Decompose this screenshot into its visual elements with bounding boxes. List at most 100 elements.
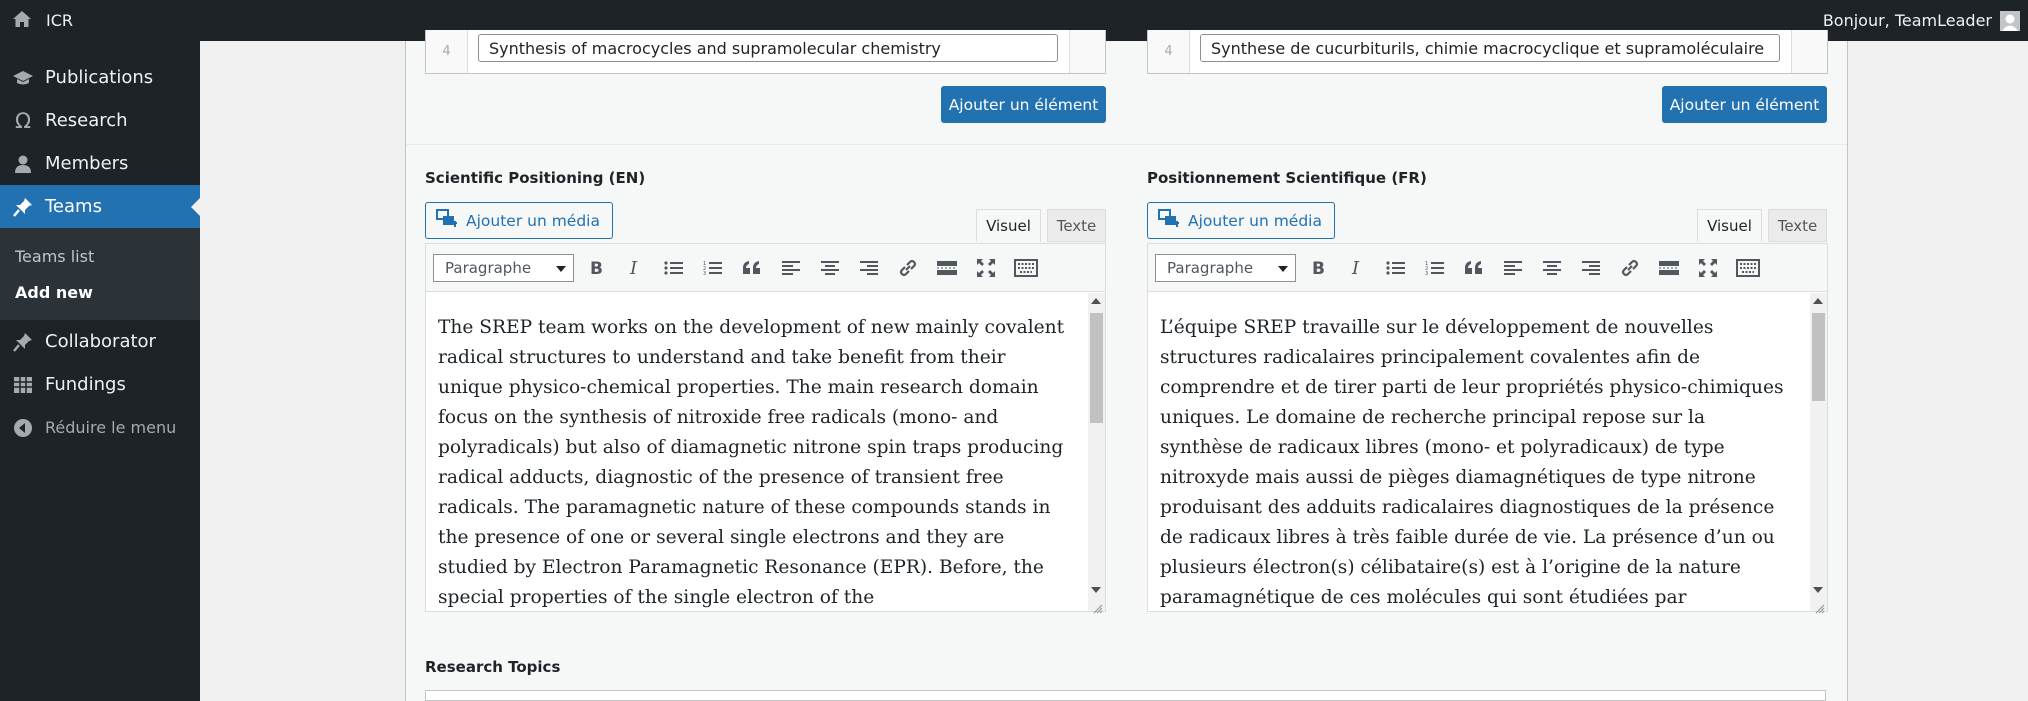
tab-visual-fr[interactable]: Visuel xyxy=(1697,209,1762,242)
bullet-list-icon[interactable] xyxy=(1384,256,1408,280)
add-row-button-en[interactable]: Ajouter un élément xyxy=(941,86,1106,123)
omega-icon: Ω xyxy=(14,108,32,133)
repeater-row-en: 4 Synthesis of macrocycles and supramole… xyxy=(425,30,1106,74)
person-icon xyxy=(12,154,34,174)
bold-icon[interactable]: B xyxy=(1306,256,1330,280)
repeater-row-fr: 4 Synthese de cucurbiturils, chimie macr… xyxy=(1147,30,1828,74)
topic-fr-input[interactable]: Synthese de cucurbiturils, chimie macroc… xyxy=(1200,34,1780,62)
scroll-down-arrow-icon[interactable] xyxy=(1813,587,1823,593)
field-label-research-topics: Research Topics xyxy=(425,658,561,676)
sidebar-item-label: Research xyxy=(45,110,128,131)
pin-icon xyxy=(12,196,34,218)
sidebar-item-teams[interactable]: Teams xyxy=(0,185,200,228)
grid-icon xyxy=(12,375,34,395)
field-label-positioning-fr: Positionnement Scientifique (FR) xyxy=(1147,169,1427,187)
fullscreen-icon[interactable] xyxy=(974,256,998,280)
avatar xyxy=(2000,10,2020,31)
tab-text-fr[interactable]: Texte xyxy=(1768,209,1827,242)
sidebar-item-publications[interactable]: Publications xyxy=(0,56,200,99)
collapse-menu-label: Réduire le menu xyxy=(45,418,177,437)
svg-text:B: B xyxy=(1312,259,1325,277)
add-media-button-fr[interactable]: Ajouter un média xyxy=(1147,202,1335,239)
format-select[interactable]: Paragraphe xyxy=(433,254,574,282)
sidebar-item-label: Teams xyxy=(45,196,102,217)
media-icon xyxy=(1158,208,1180,233)
numbered-list-icon[interactable]: 123 xyxy=(1423,256,1447,280)
italic-icon[interactable]: I xyxy=(623,256,647,280)
align-left-icon[interactable] xyxy=(1501,256,1525,280)
resize-handle-icon[interactable] xyxy=(1815,599,1825,614)
editor-toolbar: Paragraphe B I 123 xyxy=(1148,244,1827,292)
sidebar-item-members[interactable]: Members xyxy=(0,142,200,185)
site-home-link[interactable]: ICR xyxy=(12,9,73,33)
svg-text:3: 3 xyxy=(1425,271,1428,276)
italic-icon[interactable]: I xyxy=(1345,256,1369,280)
sidebar-item-label: Publications xyxy=(45,67,154,88)
keyboard-icon[interactable] xyxy=(1735,256,1761,280)
submenu-item-add-new[interactable]: Add new xyxy=(0,274,200,310)
tab-visual-en[interactable]: Visuel xyxy=(976,209,1041,242)
bold-icon[interactable]: B xyxy=(584,256,608,280)
row-number: 4 xyxy=(1148,30,1190,73)
blockquote-icon[interactable] xyxy=(1462,256,1486,280)
keyboard-icon[interactable] xyxy=(1013,256,1039,280)
fullscreen-icon[interactable] xyxy=(1696,256,1720,280)
resize-handle-icon[interactable] xyxy=(1093,599,1103,614)
collapse-menu-button[interactable]: Réduire le menu xyxy=(0,406,200,449)
topic-en-input[interactable]: Synthesis of macrocycles and supramolecu… xyxy=(478,34,1058,62)
scroll-up-arrow-icon[interactable] xyxy=(1091,298,1101,304)
editor-toolbar: Paragraphe B I 123 xyxy=(426,244,1105,292)
editor-text-fr: L’équipe SREP travaille sur le développe… xyxy=(1160,317,1784,608)
tab-text-en[interactable]: Texte xyxy=(1047,209,1106,242)
user-account-menu[interactable]: Bonjour, TeamLeader xyxy=(1822,10,2020,31)
sidebar-item-research[interactable]: Ω Research xyxy=(0,99,200,142)
format-select-value: Paragraphe xyxy=(445,259,532,277)
editor-scrollbar[interactable] xyxy=(1088,293,1105,611)
scroll-thumb[interactable] xyxy=(1812,313,1825,401)
align-center-icon[interactable] xyxy=(818,256,842,280)
sidebar-item-label: Members xyxy=(45,153,129,174)
svg-text:I: I xyxy=(629,259,638,277)
format-select[interactable]: Paragraphe xyxy=(1155,254,1296,282)
research-topics-field[interactable] xyxy=(425,690,1826,701)
row-handle[interactable] xyxy=(1069,30,1105,73)
field-label-positioning-en: Scientific Positioning (EN) xyxy=(425,169,646,187)
svg-text:B: B xyxy=(590,259,603,277)
read-more-icon[interactable] xyxy=(1657,256,1681,280)
bullet-list-icon[interactable] xyxy=(662,256,686,280)
scroll-thumb[interactable] xyxy=(1090,313,1103,423)
graduation-cap-icon xyxy=(12,68,34,88)
sidebar-item-label: Collaborator xyxy=(45,331,156,352)
read-more-icon[interactable] xyxy=(935,256,959,280)
greeting-text: Bonjour, TeamLeader xyxy=(1822,11,1992,30)
scroll-up-arrow-icon[interactable] xyxy=(1813,298,1823,304)
add-media-label: Ajouter un média xyxy=(466,211,600,230)
align-left-icon[interactable] xyxy=(779,256,803,280)
add-media-button-en[interactable]: Ajouter un média xyxy=(425,202,613,239)
blockquote-icon[interactable] xyxy=(740,256,764,280)
add-row-button-fr[interactable]: Ajouter un élément xyxy=(1662,86,1827,123)
home-icon xyxy=(12,9,32,33)
editor-content-fr[interactable]: L’équipe SREP travaille sur le développe… xyxy=(1148,293,1827,611)
editor-en: Paragraphe B I 123 The SREP team works o… xyxy=(425,243,1106,614)
align-right-icon[interactable] xyxy=(1579,256,1603,280)
sidebar-item-collaborator[interactable]: Collaborator xyxy=(0,320,200,363)
scroll-down-arrow-icon[interactable] xyxy=(1091,587,1101,593)
pin-icon xyxy=(12,331,34,353)
media-icon xyxy=(436,208,458,233)
align-center-icon[interactable] xyxy=(1540,256,1564,280)
sidebar-item-fundings[interactable]: Fundings xyxy=(0,363,200,406)
site-name: ICR xyxy=(46,11,74,30)
submenu-item-teams-list[interactable]: Teams list xyxy=(0,238,200,274)
row-number: 4 xyxy=(426,30,468,73)
svg-text:I: I xyxy=(1351,259,1360,277)
align-right-icon[interactable] xyxy=(857,256,881,280)
link-icon[interactable] xyxy=(1618,256,1642,280)
numbered-list-icon[interactable]: 123 xyxy=(701,256,725,280)
editor-text-en: The SREP team works on the development o… xyxy=(438,317,1065,608)
row-handle[interactable] xyxy=(1791,30,1827,73)
admin-sidebar: Publications Ω Research Members Teams Te… xyxy=(0,41,200,701)
link-icon[interactable] xyxy=(896,256,920,280)
editor-scrollbar[interactable] xyxy=(1810,293,1827,611)
editor-content-en[interactable]: The SREP team works on the development o… xyxy=(426,293,1105,611)
